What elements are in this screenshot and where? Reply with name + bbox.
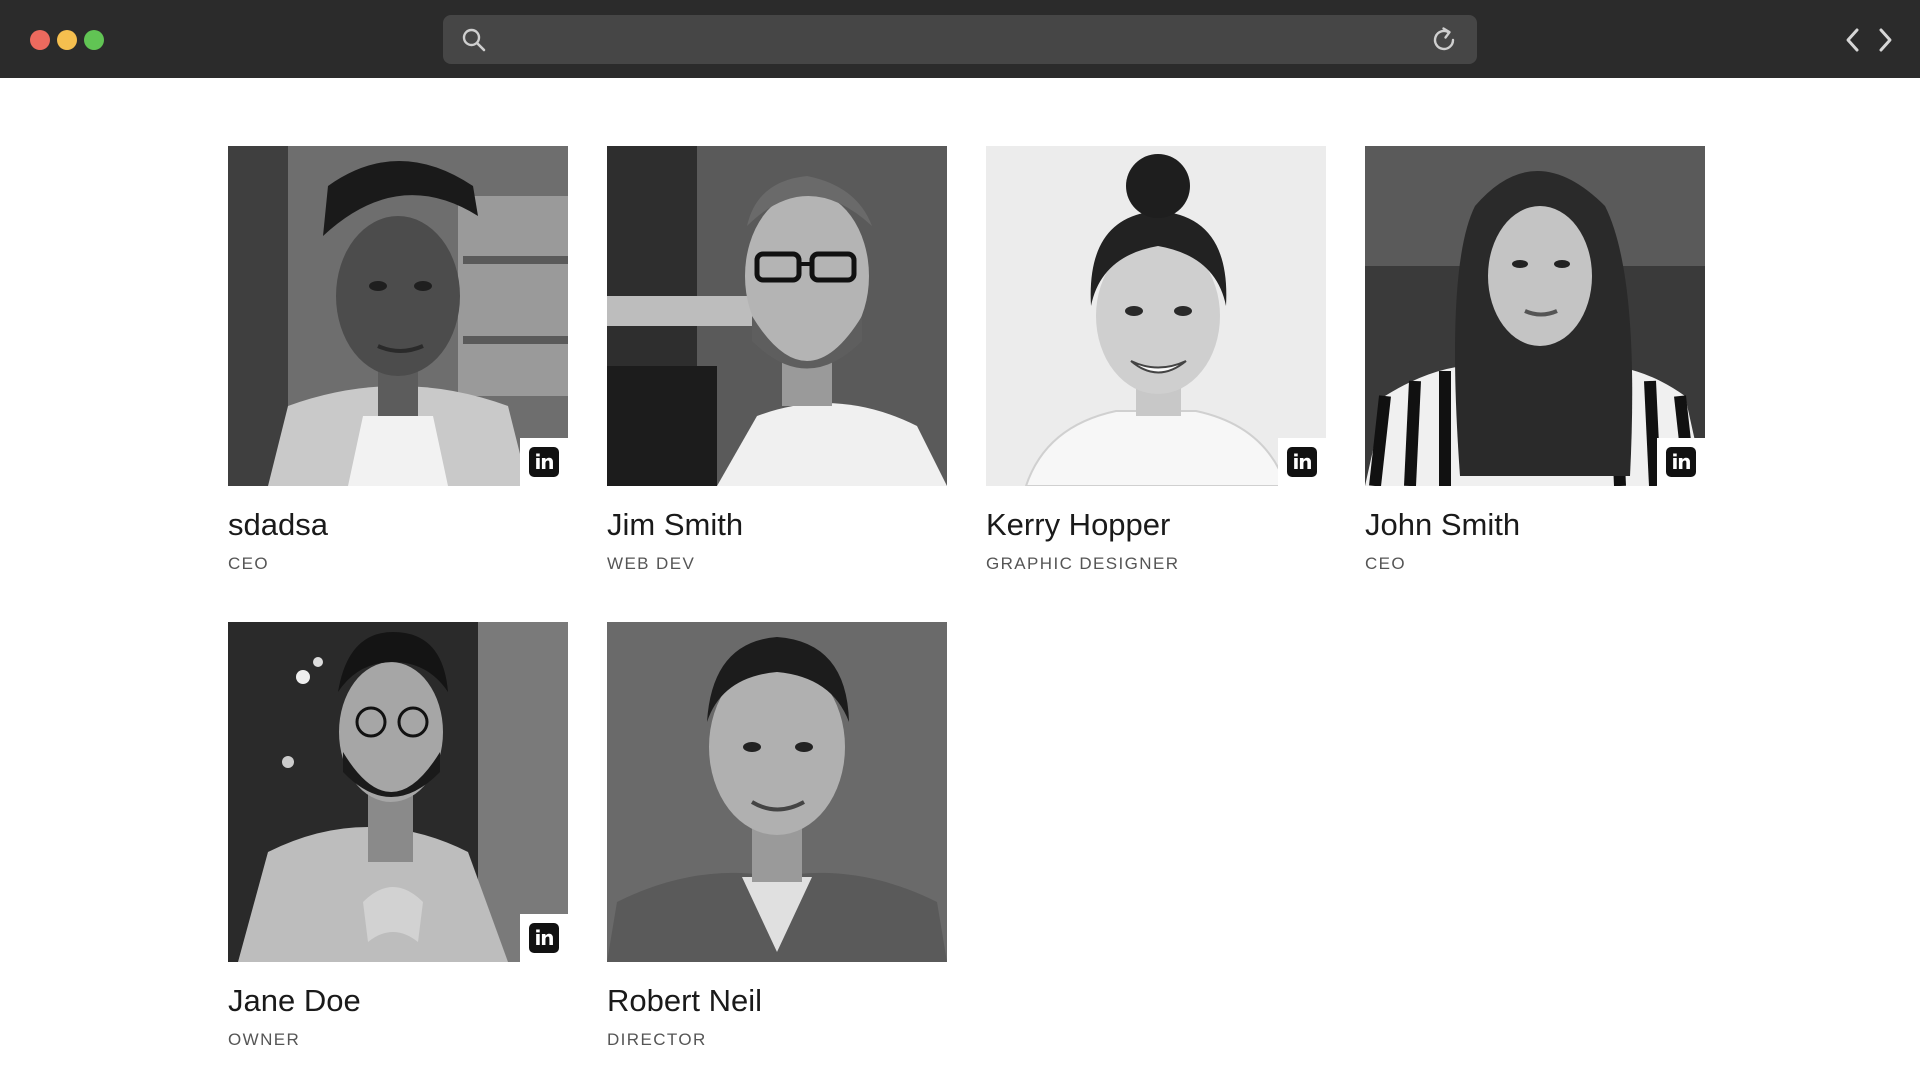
team-member-card: in John Smith CEO — [1365, 146, 1705, 575]
member-photo — [607, 622, 947, 962]
member-name: Jim Smith — [607, 507, 744, 542]
member-photo — [607, 146, 947, 486]
team-member-card: Jim Smith WEB DEV — [607, 146, 947, 575]
team-grid: in sdadsa CEO Jim Smith WEB DEV in Kerry… — [228, 146, 1708, 1051]
member-name: John Smith — [1365, 507, 1521, 542]
portrait-image — [228, 146, 568, 486]
linkedin-icon: in — [1666, 447, 1696, 477]
member-name: Robert Neil — [607, 983, 763, 1018]
search-icon — [462, 28, 486, 52]
linkedin-link[interactable]: in — [1657, 438, 1705, 486]
team-member-card: in Jane Doe OWNER — [228, 622, 568, 1051]
reload-icon[interactable] — [1429, 25, 1459, 55]
linkedin-link[interactable]: in — [520, 438, 568, 486]
linkedin-icon: in — [529, 923, 559, 953]
linkedin-icon: in — [529, 447, 559, 477]
member-role: CEO — [228, 554, 270, 573]
address-bar[interactable] — [443, 15, 1477, 64]
chevron-left-icon[interactable] — [1842, 24, 1864, 56]
team-member-card: in Kerry Hopper GRAPHIC DESIGNER — [986, 146, 1326, 575]
member-role: GRAPHIC DESIGNER — [986, 554, 1180, 573]
close-window-button[interactable] — [30, 30, 50, 50]
linkedin-link[interactable]: in — [520, 914, 568, 962]
member-name: Kerry Hopper — [986, 507, 1171, 542]
portrait-image — [607, 622, 947, 962]
member-role: OWNER — [228, 1030, 301, 1049]
minimize-window-button[interactable] — [57, 30, 77, 50]
chevron-right-icon[interactable] — [1874, 24, 1896, 56]
portrait-image — [607, 146, 947, 486]
member-name: sdadsa — [228, 507, 328, 542]
team-member-card: in sdadsa CEO — [228, 146, 568, 575]
maximize-window-button[interactable] — [84, 30, 104, 50]
member-photo: in — [1365, 146, 1705, 486]
member-role: WEB DEV — [607, 554, 696, 573]
member-role: CEO — [1365, 554, 1407, 573]
team-member-card: Robert Neil DIRECTOR — [607, 622, 947, 1051]
member-photo: in — [228, 622, 568, 962]
navigation-arrows — [1842, 24, 1896, 56]
member-photo: in — [986, 146, 1326, 486]
member-name: Jane Doe — [228, 983, 361, 1018]
member-role: DIRECTOR — [607, 1030, 707, 1049]
portrait-image — [1365, 146, 1705, 486]
linkedin-icon: in — [1287, 447, 1317, 477]
portrait-image — [986, 146, 1326, 486]
member-photo: in — [228, 146, 568, 486]
browser-toolbar — [0, 0, 1920, 78]
portrait-image — [228, 622, 568, 962]
linkedin-link[interactable]: in — [1278, 438, 1326, 486]
